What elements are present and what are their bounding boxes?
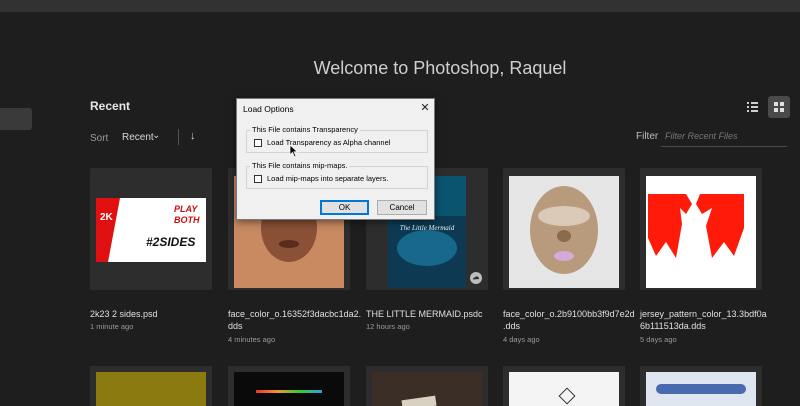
list-view-icon[interactable] [742,97,762,117]
file-time: 5 days ago [640,335,677,344]
file-thumbnail [646,372,756,406]
svg-text:BOTH: BOTH [174,215,200,225]
cloud-icon [470,272,482,284]
file-name[interactable]: jersey_pattern_color_13.3bdf0a 6b111513d… [640,308,775,332]
filter-recent-input[interactable] [661,126,787,147]
file-card-row2-4[interactable] [503,366,625,406]
alpha-channel-checkbox[interactable] [254,138,262,147]
file-name[interactable]: face_color_o.2b9100bb3f9d7e2d .dds [503,308,638,332]
alpha-channel-label[interactable]: Load Transparency as Alpha channel [267,138,390,147]
cancel-button[interactable]: Cancel [377,200,427,215]
close-icon[interactable]: ✕ [418,101,432,115]
alpha-channel-option[interactable]: Load Transparency as Alpha channel [254,138,390,147]
file-thumbnail [509,372,619,406]
ok-button[interactable]: OK [320,200,369,215]
file-thumbnail: 2K PLAY BOTH #2SIDES [90,168,212,290]
file-name[interactable]: THE LITTLE MERMAID.psdc [366,308,501,320]
sort-dropdown[interactable]: Recent [122,132,154,143]
welcome-heading: Welcome to Photoshop, Raquel [313,58,567,78]
sort-divider [178,129,179,145]
file-card-2k23[interactable]: 2K PLAY BOTH #2SIDES [90,168,212,290]
sidebar-selected-item[interactable] [0,108,32,130]
file-time: 4 days ago [503,335,540,344]
thumb-text: 2K [100,212,114,223]
svg-text:#2SIDES: #2SIDES [146,235,195,249]
mipmaps-label[interactable]: Load mip-maps into separate layers. [267,174,388,183]
file-card-row2-2[interactable] [228,366,350,406]
file-name[interactable]: 2k23 2 sides.psd [90,308,225,320]
transparency-group-legend: This File contains Transparency [250,125,360,134]
svg-text:The Little Mermaid: The Little Mermaid [400,224,455,232]
file-thumbnail [372,372,482,406]
file-thumbnail [234,372,344,406]
file-thumbnail [640,168,762,290]
load-options-dialog: Load Options ✕ This File contains Transp… [236,98,435,220]
file-time: 1 minute ago [90,322,134,331]
grid-view-icon[interactable] [768,96,790,118]
mouse-cursor-icon [289,144,299,158]
file-name[interactable]: face_color_o.16352f3dacbc1da2. dds [228,308,363,332]
mipmaps-option[interactable]: Load mip-maps into separate layers. [254,174,388,183]
file-card-row2-1[interactable] [90,366,212,406]
file-card-row2-3[interactable] [366,366,488,406]
top-bar [0,0,800,12]
sort-label: Sort [90,133,109,144]
svg-text:PLAY: PLAY [174,204,198,214]
file-card-jersey-pattern[interactable] [640,168,762,290]
dialog-title: Load Options [243,104,294,114]
file-time: 12 hours ago [366,322,410,331]
recent-section-title: Recent [90,99,131,113]
file-time: 4 minutes ago [228,335,276,344]
mipmaps-checkbox[interactable] [254,174,262,183]
mipmaps-group-legend: This File contains mip-maps. [250,161,350,170]
arrow-down-icon[interactable]: ↓ [190,130,196,142]
file-card-row2-5[interactable] [640,366,762,406]
file-card-face-color-2[interactable] [503,168,625,290]
file-thumbnail [503,168,625,290]
file-thumbnail [96,372,206,406]
filter-label: Filter [636,131,659,142]
chevron-down-icon[interactable]: ⌄ [152,130,160,141]
